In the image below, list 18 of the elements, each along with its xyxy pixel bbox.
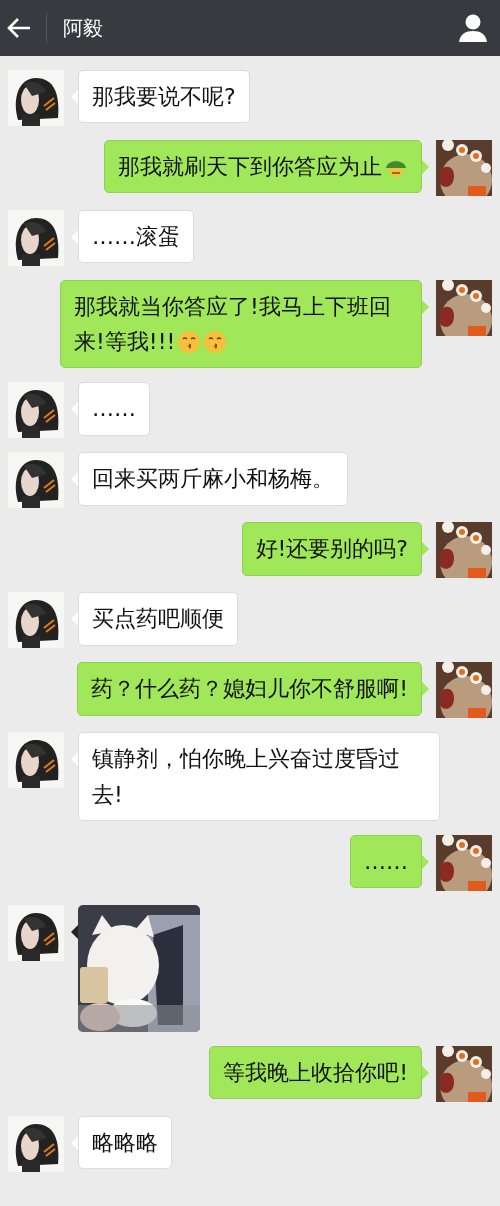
sent-message[interactable]: ……: [350, 834, 422, 888]
received-message[interactable]: ……: [78, 382, 150, 436]
received-message[interactable]: 那我要说不呢?: [78, 70, 250, 124]
received-message[interactable]: 买点药吧顺便: [78, 592, 238, 646]
person-icon[interactable]: [458, 13, 488, 43]
sent-message[interactable]: 好!还要别的吗?: [241, 522, 422, 576]
received-message[interactable]: 回来买两斤麻小和杨梅。: [78, 452, 348, 506]
received-message[interactable]: 略略略: [78, 1115, 172, 1169]
sent-message[interactable]: 药？什么药？媳妇儿你不舒服啊!: [77, 662, 422, 716]
chat-title: 阿毅: [63, 15, 104, 42]
received-message[interactable]: 镇静剂，怕你晚上兴奋过度昏过去!: [78, 732, 440, 821]
sent-message[interactable]: 等我晚上收拾你吧!: [209, 1045, 422, 1099]
received-message[interactable]: ……滚蛋: [78, 210, 194, 264]
kissing-face-icon: [203, 330, 228, 355]
kissing-face-icon: [177, 330, 202, 355]
sent-message[interactable]: 那我就刷天下到你答应为止: [104, 140, 422, 194]
back-arrow-icon[interactable]: [6, 16, 32, 40]
sent-message[interactable]: 那我就当你答应了!我马上下班回来!等我!!!: [60, 280, 422, 369]
